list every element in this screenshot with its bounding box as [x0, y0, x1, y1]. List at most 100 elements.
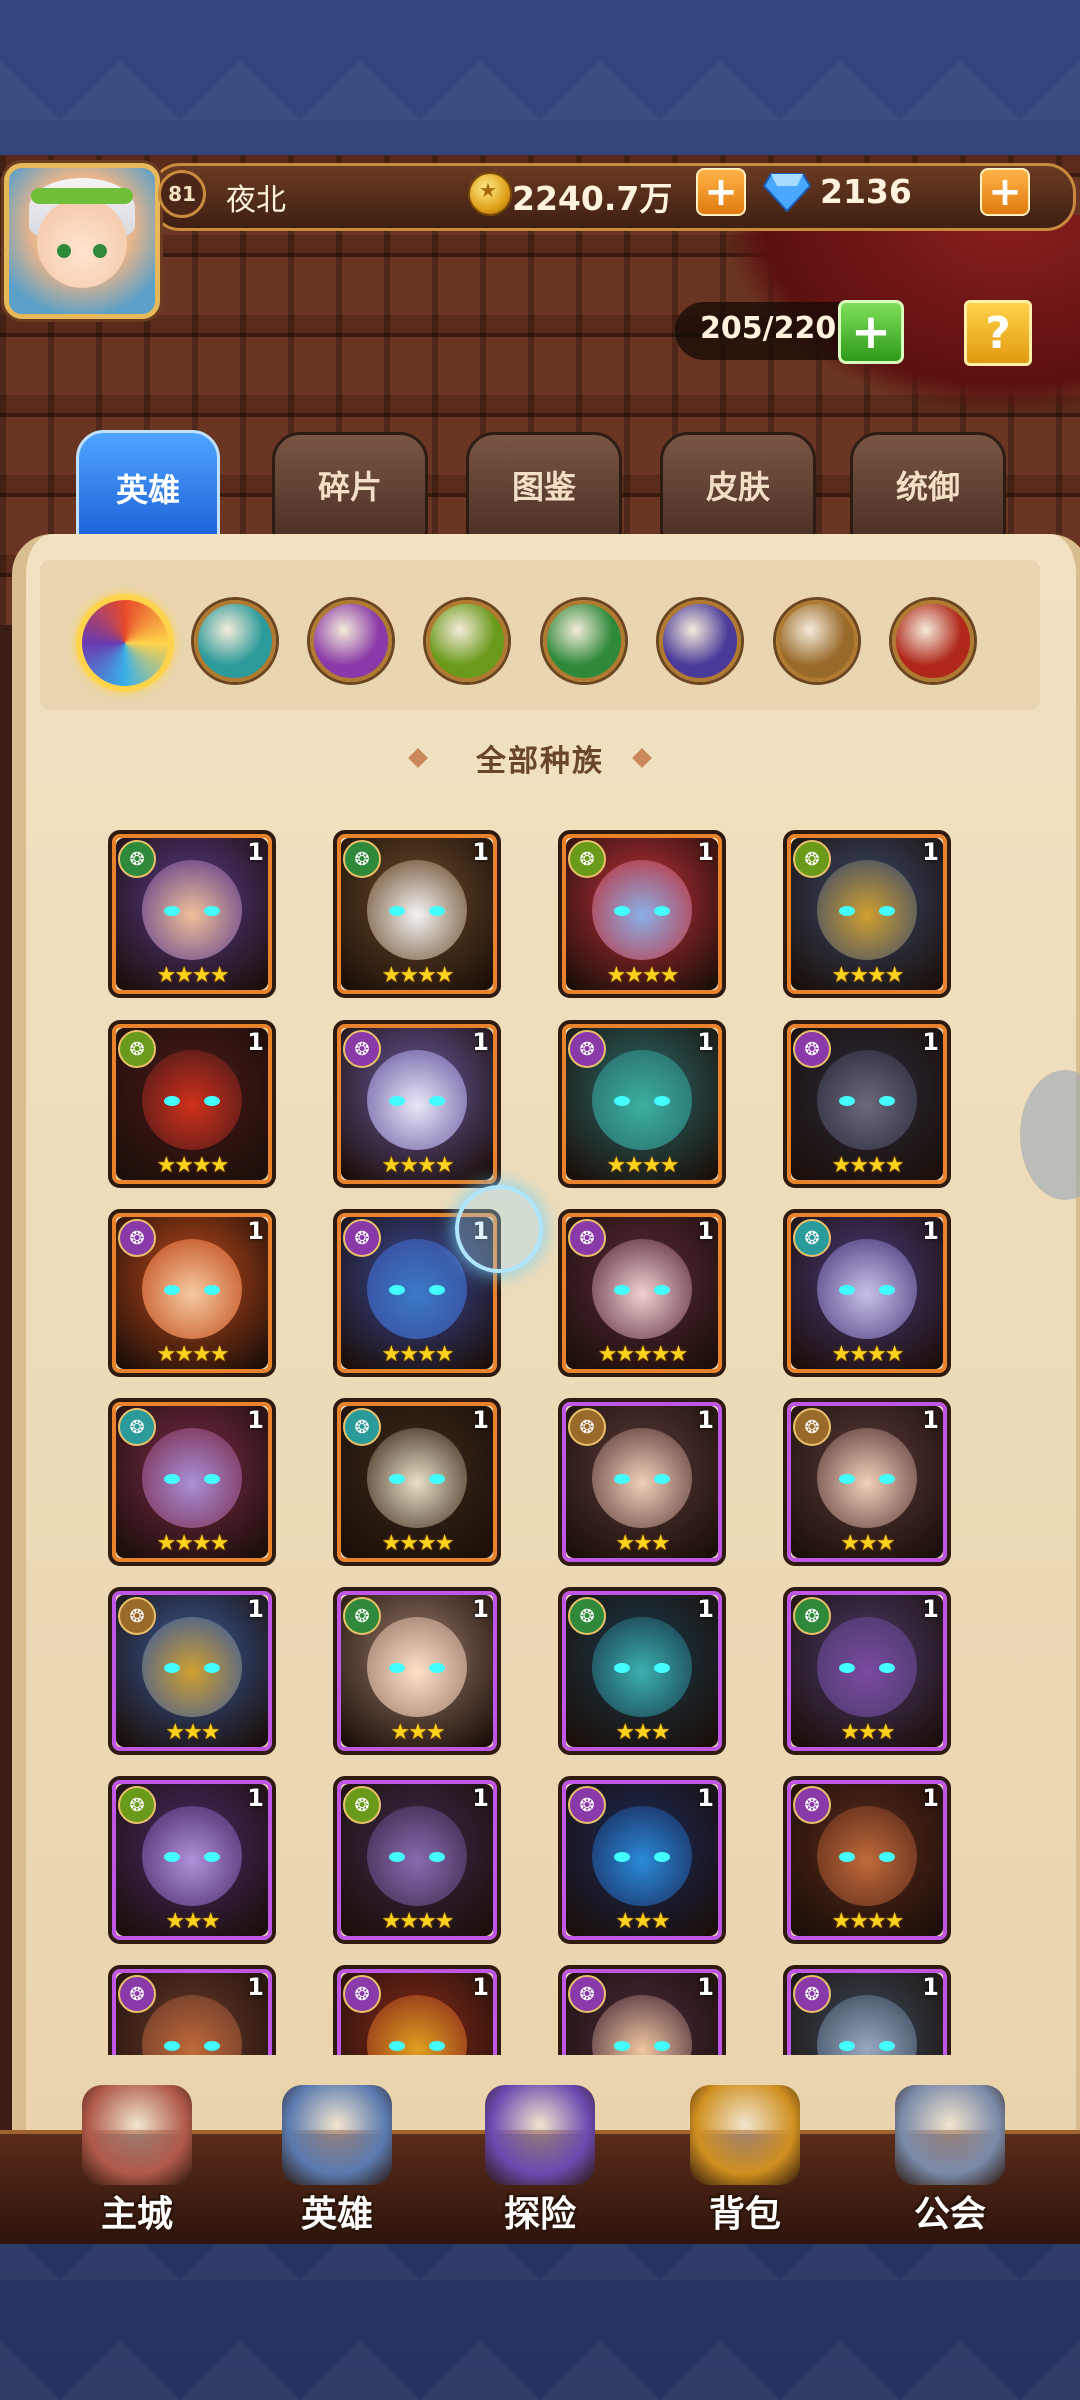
- all-races-icon[interactable]: [76, 594, 174, 692]
- add-diamond-button[interactable]: +: [980, 168, 1030, 216]
- hero-level: 1: [472, 838, 489, 866]
- race-badge-icon: ❂: [568, 1219, 606, 1257]
- hero-card[interactable]: ❂ 1 ★★★★: [558, 1020, 726, 1188]
- tab-heroes[interactable]: 英雄: [76, 430, 220, 546]
- race-badge-icon: ❂: [118, 1786, 156, 1824]
- race-badge-icon: ❂: [343, 840, 381, 878]
- hero-stars: ★★★★: [156, 1342, 230, 1367]
- nav-castle[interactable]: 主城: [52, 2085, 222, 2235]
- hero-stars: ★★★★: [156, 1153, 230, 1178]
- player-avatar[interactable]: [4, 163, 160, 319]
- hero-card[interactable]: ❂ 1 ★★★: [333, 1587, 501, 1755]
- hero-level: 1: [697, 838, 714, 866]
- hero-eye: [839, 1852, 855, 1862]
- hero-card[interactable]: ❂ 1 ★★★: [558, 1398, 726, 1566]
- race-leaf-icon[interactable]: [543, 600, 625, 682]
- hero-card[interactable]: ❂ 1 ★★★★: [783, 1020, 951, 1188]
- hero-card[interactable]: ❂ 1: [333, 1965, 501, 2055]
- hero-stars: ★★★: [615, 1720, 670, 1745]
- hero-portrait: [142, 1806, 242, 1906]
- hero-card[interactable]: ❂ 1 ★★★★: [333, 1398, 501, 1566]
- hero-card[interactable]: ❂ 1 ★★★: [108, 1776, 276, 1944]
- hero-stars: ★★★★: [381, 1531, 455, 1556]
- hero-card[interactable]: ❂ 1 ★★★: [783, 1398, 951, 1566]
- hero-level: 1: [472, 1973, 489, 2001]
- hero-portrait: [817, 1617, 917, 1717]
- hero-portrait: [592, 1050, 692, 1150]
- race-purple-icon[interactable]: [310, 600, 392, 682]
- race-badge-icon: ❂: [118, 1219, 156, 1257]
- race-badge-icon: ❂: [118, 1597, 156, 1635]
- portal-icon: [485, 2085, 595, 2185]
- race-badge-icon: ❂: [118, 1975, 156, 2013]
- gold-amount: 2240.7万: [512, 179, 673, 218]
- hero-card[interactable]: ❂ 1 ★★★★: [783, 830, 951, 998]
- expand-capacity-button[interactable]: +: [838, 300, 904, 364]
- hero-eye: [614, 1852, 630, 1862]
- hero-eye: [389, 1852, 405, 1862]
- hero-stars: ★★★★: [381, 1153, 455, 1178]
- hero-eye: [879, 2041, 895, 2051]
- hero-stars: ★★★: [390, 1720, 445, 1745]
- nav-portal[interactable]: 探险: [455, 2085, 625, 2235]
- race-green-eye-icon[interactable]: [426, 600, 508, 682]
- hero-card[interactable]: ❂ 1 ★★★★: [108, 1398, 276, 1566]
- nav-guild-tower[interactable]: 公会: [865, 2085, 1035, 2235]
- hero-card[interactable]: ❂ 1 ★★★: [558, 1776, 726, 1944]
- hero-card[interactable]: ❂ 1 ★★★★: [108, 830, 276, 998]
- hero-eye: [654, 1663, 670, 1673]
- hero-card[interactable]: ❂ 1 ★★★★: [333, 1020, 501, 1188]
- hero-card[interactable]: ❂ 1 ★★★★: [783, 1776, 951, 1944]
- hero-level: 1: [472, 1406, 489, 1434]
- hero-card[interactable]: ❂ 1 ★★★: [558, 1587, 726, 1755]
- hero-eye: [204, 1285, 220, 1295]
- tab-skins[interactable]: 皮肤: [660, 432, 816, 538]
- add-gold-button[interactable]: +: [696, 168, 746, 216]
- hero-level: 1: [472, 1028, 489, 1056]
- hero-eye: [429, 906, 445, 916]
- hero-level: 1: [922, 1595, 939, 1623]
- hero-level: 1: [472, 1595, 489, 1623]
- nav-backpack[interactable]: 背包: [660, 2085, 830, 2235]
- hero-stars: ★★★★: [831, 1909, 905, 1934]
- nav-label: 背包: [708, 2194, 781, 2235]
- hero-card[interactable]: ❂ 1: [783, 1965, 951, 2055]
- tab-codex[interactable]: 图鉴: [466, 432, 622, 538]
- help-button[interactable]: ?: [964, 300, 1032, 366]
- hero-stars: ★★★★: [156, 1531, 230, 1556]
- hero-card[interactable]: ❂ 1 ★★★★: [333, 1776, 501, 1944]
- hero-card[interactable]: ❂ 1 ★★★★: [108, 1020, 276, 1188]
- hero-eye: [429, 1663, 445, 1673]
- hero-level: 1: [472, 1784, 489, 1812]
- hero-card[interactable]: ❂ 1 ★★★★: [783, 1209, 951, 1377]
- race-filter-bar: [40, 560, 1040, 710]
- hero-level: 1: [697, 1595, 714, 1623]
- race-teal-icon[interactable]: [194, 600, 276, 682]
- race-demon-icon[interactable]: [659, 600, 741, 682]
- hero-stars: ★★★: [840, 1531, 895, 1556]
- race-fire-icon[interactable]: [892, 600, 974, 682]
- hero-card[interactable]: ❂ 1 ★★★★: [108, 1209, 276, 1377]
- hero-stars: ★★★★★: [597, 1342, 689, 1367]
- hero-card[interactable]: ❂ 1: [108, 1965, 276, 2055]
- hero-stars: ★★★★: [156, 963, 230, 988]
- nav-hero-portrait[interactable]: 英雄: [252, 2085, 422, 2235]
- hero-card[interactable]: ❂ 1 ★★★★: [558, 830, 726, 998]
- hero-card[interactable]: ❂ 1: [558, 1965, 726, 2055]
- nav-label: 英雄: [300, 2194, 373, 2235]
- hero-stars: ★★★: [615, 1909, 670, 1934]
- hero-eye: [614, 2041, 630, 2051]
- hero-card[interactable]: ❂ 1 ★★★: [108, 1587, 276, 1755]
- gold-coin-icon: [468, 172, 512, 216]
- hero-eye: [389, 1663, 405, 1673]
- hero-eye: [614, 906, 630, 916]
- race-sun-icon[interactable]: [776, 600, 858, 682]
- tab-command[interactable]: 统御: [850, 432, 1006, 538]
- hero-level: 1: [922, 1217, 939, 1245]
- hero-card[interactable]: ❂ 1 ★★★★: [333, 830, 501, 998]
- hero-portrait: [367, 1239, 467, 1339]
- hero-card[interactable]: ❂ 1 ★★★★★: [558, 1209, 726, 1377]
- hero-eye: [204, 1852, 220, 1862]
- hero-card[interactable]: ❂ 1 ★★★: [783, 1587, 951, 1755]
- tab-fragments[interactable]: 碎片: [272, 432, 428, 538]
